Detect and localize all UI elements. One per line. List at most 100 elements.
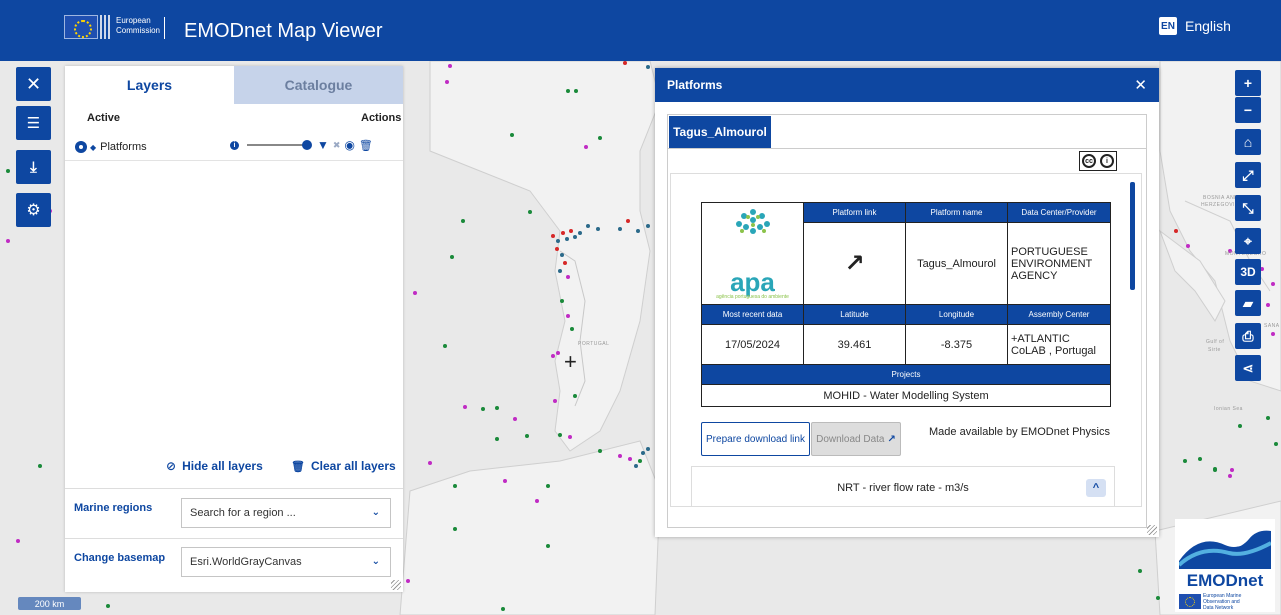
scrollbar[interactable]	[1130, 182, 1135, 290]
prepare-download-button[interactable]: Prepare download link	[701, 422, 810, 456]
eu-flag-icon	[1179, 594, 1201, 609]
section-divider	[65, 538, 403, 539]
language-code-badge: EN	[1159, 17, 1177, 35]
platform-table: apa agência portuguesa do ambiente Platf…	[701, 201, 1111, 407]
projects-header: Projects	[701, 364, 1111, 385]
info-icon[interactable]: i	[230, 140, 239, 150]
3d-toggle-button[interactable]: 3D	[1235, 259, 1261, 285]
resize-handle[interactable]	[391, 580, 401, 590]
settings-button[interactable]: ⚙	[16, 193, 51, 227]
tab-catalogue[interactable]: Catalogue	[234, 66, 403, 104]
chevron-up-icon[interactable]: ^	[1086, 479, 1106, 497]
opacity-slider[interactable]	[247, 140, 312, 150]
popup-header: Platforms ✕	[655, 68, 1159, 102]
tab-underline	[668, 148, 1146, 149]
remove-filter-icon[interactable]: ✖	[333, 140, 341, 151]
hide-all-label: Hide all layers	[182, 459, 263, 473]
layer-name: Platforms	[100, 141, 147, 153]
country-label-sana: SANA	[1264, 323, 1280, 329]
collapse-icon: ⤡	[1242, 199, 1254, 216]
tab-layers[interactable]: Layers	[65, 66, 234, 104]
collapse-button[interactable]: ⤡	[1235, 195, 1261, 221]
resize-handle[interactable]	[1147, 525, 1157, 535]
platform-name-cell: Tagus_Almourol	[905, 222, 1008, 305]
download-button[interactable]: ⤓	[16, 150, 51, 184]
layers-list-button[interactable]: ☰	[16, 106, 51, 140]
change-basemap-label: Change basemap	[74, 552, 166, 564]
language-label: English	[1185, 18, 1231, 34]
zoom-in-button[interactable]: +	[1235, 70, 1261, 96]
section-divider	[65, 488, 403, 489]
iberia-land	[429, 61, 661, 452]
hide-all-layers-button[interactable]: ⊘ Hide all layers	[166, 459, 263, 473]
settings-icon: ⚙	[26, 202, 41, 219]
emodnet-wave-icon	[1179, 527, 1271, 569]
trash-icon[interactable]: 🗑	[359, 139, 373, 152]
emodnet-sub-3: Data Network	[1203, 605, 1234, 611]
close-panel-button[interactable]: ✕	[16, 67, 51, 101]
filter-icon[interactable]: ▼	[317, 138, 329, 152]
row-divider	[65, 160, 403, 161]
apa-wordmark: apa	[730, 267, 775, 297]
basemap-select[interactable]: Esri.WorldGrayCanvas ⌄	[181, 547, 391, 577]
panel-tabs: Layers Catalogue	[65, 66, 403, 104]
cc-by-license-icon: cc i	[1079, 151, 1117, 171]
clear-all-layers-button[interactable]: 🗑 Clear all layers	[291, 459, 396, 473]
fullscreen-icon: ⤢	[1242, 166, 1254, 183]
sea-label-ionian: Ionian Sea	[1214, 406, 1243, 412]
emodnet-logo[interactable]: EMODnet European Marine Observation and …	[1175, 519, 1275, 612]
reorder-icon[interactable]: ◆	[90, 143, 96, 152]
country-label-portugal: PORTUGAL	[578, 341, 610, 347]
basemap-value: Esri.WorldGrayCanvas	[190, 556, 302, 568]
longitude-cell: -8.375	[905, 324, 1008, 365]
home-button[interactable]: ⌂	[1235, 129, 1261, 155]
nrt-label: NRT - river flow rate - m3/s	[837, 482, 969, 494]
print-button[interactable]: ⎙	[1235, 323, 1261, 349]
emodnet-subtitle: European Marine Observation and Data Net…	[1203, 593, 1241, 611]
clear-all-label: Clear all layers	[310, 459, 396, 473]
emodnet-wordmark: EMODnet	[1186, 571, 1264, 590]
fullscreen-button[interactable]: ⤢	[1235, 162, 1261, 188]
share-button[interactable]: ⋖	[1235, 355, 1261, 381]
app-title: EMODnet Map Viewer	[184, 20, 383, 42]
download-data-button[interactable]: Download Data ↗	[811, 422, 901, 456]
africa-land	[399, 440, 661, 615]
assembly-center-header: Assembly Center	[1007, 304, 1111, 325]
zoom-out-button[interactable]: −	[1235, 97, 1261, 123]
apa-logo	[735, 209, 770, 234]
country-label-bosnia: BOSNIA AND	[1203, 195, 1239, 201]
visibility-eye-icon[interactable]: ◉	[344, 138, 354, 152]
tab-platform[interactable]: Tagus_Almourol	[669, 116, 771, 148]
eu-flag-icon	[64, 15, 98, 39]
platform-details[interactable]: apa agência portuguesa do ambiente Platf…	[670, 173, 1142, 507]
measure-button[interactable]: ▰	[1235, 290, 1261, 316]
made-available-by: Made available by EMODnet Physics	[929, 426, 1110, 438]
marine-regions-label: Marine regions	[74, 502, 153, 514]
download-icon: ⤓	[30, 158, 37, 176]
apa-subtitle: agência portuguesa do ambiente	[716, 294, 789, 300]
platform-name-header: Platform name	[905, 201, 1008, 224]
scale-bar: 200 km	[18, 597, 81, 610]
provider-header: Data Center/Provider	[1007, 201, 1111, 224]
platform-link-cell: ↗	[803, 222, 906, 305]
download-data-label: Download Data	[816, 433, 885, 445]
latitude-cell: 39.461	[803, 324, 906, 365]
language-selector[interactable]: EN English	[1159, 17, 1231, 35]
provider-cell: PORTUGUESE ENVIRONMENT AGENCY	[1007, 222, 1111, 305]
sea-label-sirte: Sirte	[1208, 347, 1221, 353]
locate-button[interactable]: ⌖	[1235, 228, 1261, 254]
ruler-icon: ▰	[1242, 294, 1254, 311]
provider-logo-cell: apa agência portuguesa do ambiente	[701, 202, 804, 305]
chevron-down-icon: ⌄	[371, 556, 380, 567]
european-commission-logo[interactable]: European Commission	[64, 15, 166, 47]
close-icon[interactable]: ✕	[1134, 76, 1147, 94]
popup-title: Platforms	[667, 78, 723, 92]
marine-region-search[interactable]: Search for a region ... ⌄	[181, 498, 391, 528]
berlaymont-icon	[100, 15, 112, 39]
layer-active-radio[interactable]	[75, 141, 87, 153]
external-link-icon[interactable]: ↗	[844, 250, 864, 277]
recent-data-header: Most recent data	[701, 304, 804, 325]
marine-region-placeholder: Search for a region ...	[190, 507, 296, 519]
layers-panel: Layers Catalogue Active Actions ◆ Platfo…	[65, 66, 403, 592]
nrt-accordion[interactable]: NRT - river flow rate - m3/s ^	[691, 466, 1115, 506]
